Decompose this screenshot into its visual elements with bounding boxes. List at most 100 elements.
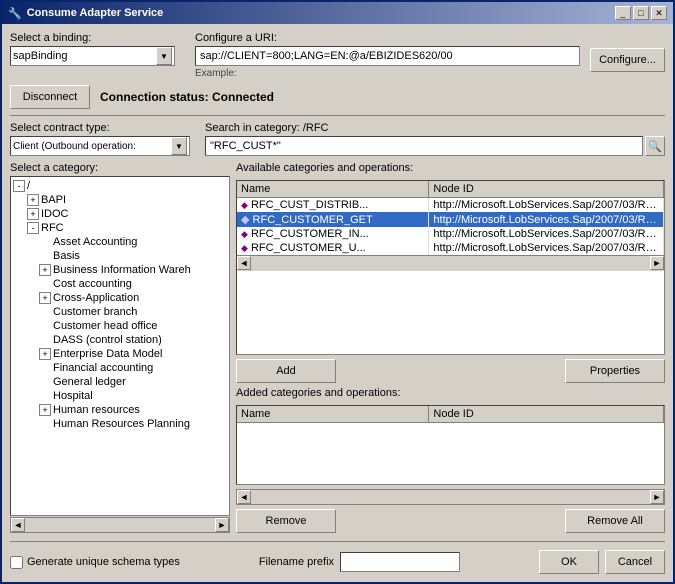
disconnect-button[interactable]: Disconnect [10,85,90,109]
close-button[interactable]: ✕ [651,6,667,20]
row-name: ◆ RFC_CUST_DISTRIB... [237,198,429,213]
search-label: Search in category: /RFC [205,122,665,134]
tree-item-general-ledger[interactable]: General ledger [13,375,227,389]
available-table: Name Node ID ◆ RFC_CUST_DISTRIB... http:… [237,181,664,255]
search-button[interactable]: 🔍 [645,136,665,156]
cancel-button[interactable]: Cancel [605,550,665,574]
top-config-row: Select a binding: sapBinding ▼ Configure… [10,32,665,79]
tree-scrollbar-h[interactable]: ◄ ► [10,517,230,533]
connection-status: Connection status: Connected [100,90,274,104]
table-row[interactable]: ◆ RFC_CUST_DISTRIB... http://Microsoft.L… [237,198,664,213]
added-table: Name Node ID [237,406,664,423]
scroll-avail-left[interactable]: ◄ [237,256,251,270]
tree-expand-cross[interactable]: + [39,292,51,304]
tree-item-human-resources[interactable]: + Human resources [13,403,227,417]
tree-item-rfc[interactable]: - RFC [13,221,227,235]
ok-button[interactable]: OK [539,550,599,574]
remove-row: Remove Remove All [236,509,665,533]
category-tree[interactable]: - / + BAPI + IDOC - [10,176,230,516]
row-nodeid-selected: http://Microsoft.LobServices.Sap/2007/03… [429,212,664,227]
contract-value: Client (Outbound operation: [13,141,171,152]
search-section: Search in category: /RFC 🔍 [205,122,665,156]
tree-item-bapi[interactable]: + BAPI [13,193,227,207]
maximize-button[interactable]: □ [633,6,649,20]
added-scrollbar-h[interactable]: ◄ ► [236,489,665,505]
scroll-right-btn[interactable]: ► [215,518,229,532]
scroll-left-btn[interactable]: ◄ [11,518,25,532]
uri-input[interactable] [195,46,580,66]
generate-schema-row: Generate unique schema types [10,556,180,569]
tree-item-root[interactable]: - / [13,179,227,193]
added-col-nodeid: Node ID [429,406,664,423]
filename-input[interactable] [340,552,460,572]
tree-item-business-info[interactable]: + Business Information Wareh [13,263,227,277]
uri-label: Configure a URI: [195,32,580,44]
table-row[interactable]: ◆ RFC_CUSTOMER_IN... http://Microsoft.Lo… [237,227,664,241]
tree-item-basis[interactable]: Basis [13,249,227,263]
main-area: Select a category: - / + BAPI + [10,162,665,533]
search-input[interactable] [205,136,643,156]
contract-label: Select contract type: [10,122,195,134]
tree-expand-hr[interactable]: + [39,404,51,416]
available-col-nodeid: Node ID [429,181,664,198]
remove-button[interactable]: Remove [236,509,336,533]
tree-item-asset-accounting[interactable]: Asset Accounting [13,235,227,249]
properties-button[interactable]: Properties [565,359,665,383]
footer-separator [10,541,665,542]
window-title: Consume Adapter Service [27,7,164,19]
table-row-selected[interactable]: ◆ RFC_CUSTOMER_GET http://Microsoft.LobS… [237,212,664,227]
add-properties-row: Add Properties [236,359,665,383]
scroll-avail-right[interactable]: ► [650,256,664,270]
tree-expand-idoc[interactable]: + [27,208,39,220]
left-panel: Select a category: - / + BAPI + [10,162,230,533]
minimize-button[interactable]: _ [615,6,631,20]
added-col-name: Name [237,406,429,423]
available-label: Available categories and operations: [236,162,665,174]
tree-expand-root[interactable]: - [13,180,25,192]
tree-expand-rfc[interactable]: - [27,222,39,234]
scroll-added-right[interactable]: ► [650,490,664,504]
binding-dropdown-arrow[interactable]: ▼ [156,47,172,65]
contract-dropdown-arrow[interactable]: ▼ [171,137,187,155]
binding-value: sapBinding [13,50,156,62]
title-bar: 🔧 Consume Adapter Service _ □ ✕ [2,2,673,24]
tree-item-hr-planning[interactable]: Human Resources Planning [13,417,227,431]
category-label: Select a category: [10,162,230,174]
tree-expand-business[interactable]: + [39,264,51,276]
row-name: ◆ RFC_CUSTOMER_U... [237,241,429,255]
available-scrollbar-h[interactable]: ◄ ► [237,255,664,271]
window-icon: 🔧 [8,7,22,20]
added-table-container[interactable]: Name Node ID [236,405,665,485]
contract-combobox[interactable]: Client (Outbound operation: ▼ [10,136,190,156]
tree-item-hospital[interactable]: Hospital [13,389,227,403]
tree-item-idoc[interactable]: + IDOC [13,207,227,221]
main-window: 🔧 Consume Adapter Service _ □ ✕ Select a… [0,0,675,584]
row-nodeid: http://Microsoft.LobServices.Sap/2007/03… [429,241,664,255]
tree-item-dass[interactable]: DASS (control station) [13,333,227,347]
row-name: ◆ RFC_CUSTOMER_IN... [237,227,429,241]
tree-item-cost-accounting[interactable]: Cost accounting [13,277,227,291]
row-nodeid: http://Microsoft.LobServices.Sap/2007/03… [429,227,664,241]
configure-button[interactable]: Configure... [590,48,665,72]
remove-all-button[interactable]: Remove All [565,509,665,533]
generate-schema-checkbox[interactable] [10,556,23,569]
binding-combobox[interactable]: sapBinding ▼ [10,46,175,66]
filename-section: Filename prefix [259,552,460,572]
generate-schema-label: Generate unique schema types [27,556,180,568]
tree-expand-enterprise[interactable]: + [39,348,51,360]
tree-expand-bapi[interactable]: + [27,194,39,206]
tree-item-cross-app[interactable]: + Cross-Application [13,291,227,305]
tree-item-customer-branch[interactable]: Customer branch [13,305,227,319]
scroll-added-left[interactable]: ◄ [237,490,251,504]
available-col-name: Name [237,181,429,198]
tree-item-customer-head[interactable]: Customer head office [13,319,227,333]
table-row[interactable]: ◆ RFC_CUSTOMER_U... http://Microsoft.Lob… [237,241,664,255]
ok-cancel-row: OK Cancel [539,550,665,574]
footer: Generate unique schema types Filename pr… [10,550,665,574]
uri-section: Configure a URI: Example: [195,32,580,79]
search-input-row: 🔍 [205,136,665,156]
tree-item-financial[interactable]: Financial accounting [13,361,227,375]
tree-item-enterprise[interactable]: + Enterprise Data Model [13,347,227,361]
add-button[interactable]: Add [236,359,336,383]
available-table-container[interactable]: Name Node ID ◆ RFC_CUST_DISTRIB... http:… [236,180,665,355]
